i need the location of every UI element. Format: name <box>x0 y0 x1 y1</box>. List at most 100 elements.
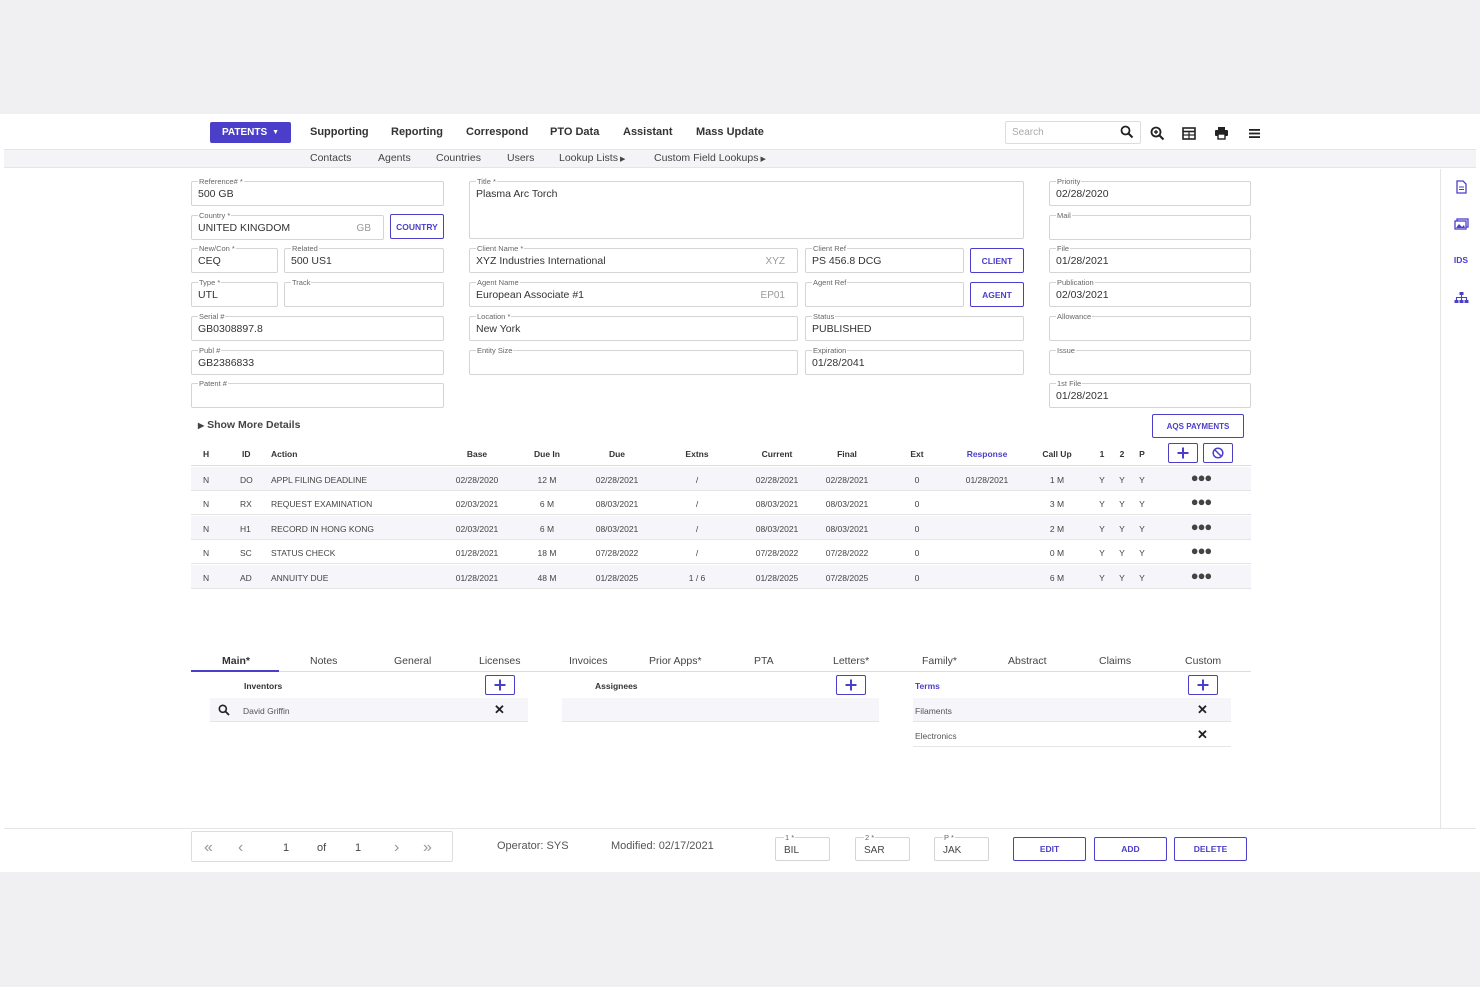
search-icon[interactable] <box>218 703 230 721</box>
subnav-countries[interactable]: Countries <box>436 152 481 164</box>
tab-notes[interactable]: Notes <box>310 655 337 667</box>
type-field[interactable]: Type * UTL <box>191 278 278 307</box>
next-page-icon[interactable]: › <box>394 839 399 857</box>
nav-supporting[interactable]: Supporting <box>310 126 369 138</box>
reference-field[interactable]: Reference# * 500 GB <box>191 177 444 206</box>
last-page-icon[interactable]: » <box>423 839 432 857</box>
issue-field[interactable]: Issue <box>1049 346 1251 375</box>
nav-pto-data[interactable]: PTO Data <box>550 126 599 138</box>
initials-field-1[interactable]: 1 * BIL <box>775 833 830 861</box>
remove-inventor-icon[interactable]: ✕ <box>494 702 505 718</box>
initials-field-2[interactable]: 2 * SAR <box>855 833 910 861</box>
table-row[interactable]: N H1 RECORD IN HONG KONG 02/03/2021 6 M … <box>191 516 1251 540</box>
nav-assistant[interactable]: Assistant <box>623 126 673 138</box>
subnav-users[interactable]: Users <box>507 152 534 164</box>
publication-field[interactable]: Publication 02/03/2021 <box>1049 278 1251 307</box>
row-menu-icon[interactable]: ●●● <box>1191 543 1213 558</box>
inventor-row[interactable]: David Griffin ✕ <box>210 698 528 722</box>
subnav-contacts[interactable]: Contacts <box>310 152 351 164</box>
search-icon[interactable] <box>1120 125 1134 144</box>
search-input[interactable] <box>1006 122 1116 143</box>
table-row[interactable]: N AD ANNUITY DUE 01/28/2021 48 M 01/28/2… <box>191 565 1251 589</box>
row-menu-icon[interactable]: ●●● <box>1191 568 1213 583</box>
table-view-icon[interactable] <box>1180 124 1198 142</box>
nav-mass-update[interactable]: Mass Update <box>696 126 764 138</box>
tab-claims[interactable]: Claims <box>1099 655 1131 667</box>
file-field[interactable]: File 01/28/2021 <box>1049 244 1251 273</box>
tab-main[interactable]: Main* <box>222 655 250 667</box>
term-row[interactable]: Electronics ✕ <box>913 723 1231 747</box>
tab-general[interactable]: General <box>394 655 431 667</box>
location-field[interactable]: Location * New York <box>469 312 798 341</box>
tab-licenses[interactable]: Licenses <box>479 655 520 667</box>
client-name-field[interactable]: Client Name * XYZ Industries Internation… <box>469 244 798 273</box>
subnav-custom-field-lookups[interactable]: Custom Field Lookups ▶ <box>654 152 766 164</box>
subnav-lookup-lists[interactable]: Lookup Lists ▶ <box>559 152 625 164</box>
hamburger-menu-icon[interactable] <box>1245 124 1263 142</box>
tab-family[interactable]: Family* <box>922 655 957 667</box>
mail-field[interactable]: Mail <box>1049 211 1251 240</box>
table-row[interactable]: N RX REQUEST EXAMINATION 02/03/2021 6 M … <box>191 491 1251 515</box>
delete-button[interactable]: DELETE <box>1174 837 1247 861</box>
tab-abstract[interactable]: Abstract <box>1008 655 1047 667</box>
print-icon[interactable] <box>1212 124 1230 142</box>
edit-button[interactable]: EDIT <box>1013 837 1086 861</box>
ids-button[interactable]: IDS <box>1452 251 1470 269</box>
add-action-button[interactable] <box>1168 443 1198 463</box>
add-inventor-button[interactable] <box>485 675 515 695</box>
prev-page-icon[interactable]: ‹ <box>238 839 243 857</box>
entity-size-field[interactable]: Entity Size <box>469 346 798 375</box>
client-ref-field[interactable]: Client Ref PS 456.8 DCG <box>805 244 964 273</box>
images-icon[interactable] <box>1452 215 1470 233</box>
first-page-icon[interactable]: « <box>204 839 213 857</box>
col-response[interactable]: Response <box>967 449 1008 459</box>
tab-letters[interactable]: Letters* <box>833 655 869 667</box>
remove-term-icon[interactable]: ✕ <box>1197 727 1208 743</box>
row-menu-icon[interactable]: ●●● <box>1191 470 1213 485</box>
show-more-details-toggle[interactable]: ▶ Show More Details <box>198 419 300 431</box>
nav-reporting[interactable]: Reporting <box>391 126 443 138</box>
add-term-button[interactable] <box>1188 675 1218 695</box>
document-icon[interactable] <box>1452 178 1470 196</box>
patents-menu-button[interactable]: PATENTS ▼ <box>210 122 291 143</box>
tab-pta[interactable]: PTA <box>754 655 774 667</box>
row-menu-icon[interactable]: ●●● <box>1191 494 1213 509</box>
priority-field[interactable]: Priority 02/28/2020 <box>1049 177 1251 206</box>
country-field[interactable]: Country * UNITED KINGDOM GB <box>191 211 384 240</box>
tab-invoices[interactable]: Invoices <box>569 655 608 667</box>
col-1: 1 <box>1099 449 1105 459</box>
expiration-field[interactable]: Expiration 01/28/2041 <box>805 346 1024 375</box>
subnav-agents[interactable]: Agents <box>378 152 411 164</box>
terms-heading[interactable]: Terms <box>915 681 940 691</box>
publ-field[interactable]: Publ # GB2386833 <box>191 346 444 375</box>
cancel-filter-button[interactable] <box>1203 443 1233 463</box>
track-field[interactable]: Track <box>284 278 444 307</box>
related-field[interactable]: Related 500 US1 <box>284 244 444 273</box>
country-button[interactable]: COUNTRY <box>390 214 444 239</box>
remove-term-icon[interactable]: ✕ <box>1197 702 1208 718</box>
family-tree-icon[interactable] <box>1452 288 1470 306</box>
row-menu-icon[interactable]: ●●● <box>1191 519 1213 534</box>
tab-prior-apps[interactable]: Prior Apps* <box>649 655 702 667</box>
aqs-payments-button[interactable]: AQS PAYMENTS <box>1152 414 1244 438</box>
newcon-field[interactable]: New/Con * CEQ <box>191 244 278 273</box>
client-button[interactable]: CLIENT <box>970 248 1024 273</box>
add-button[interactable]: ADD <box>1094 837 1167 861</box>
zoom-in-icon[interactable] <box>1148 124 1166 142</box>
serial-field[interactable]: Serial # GB0308897.8 <box>191 312 444 341</box>
table-row[interactable]: N DO APPL FILING DEADLINE 02/28/2020 12 … <box>191 467 1251 491</box>
title-field[interactable]: Title * Plasma Arc Torch <box>469 177 1024 239</box>
agent-ref-field[interactable]: Agent Ref <box>805 278 964 307</box>
table-row[interactable]: N SC STATUS CHECK 01/28/2021 18 M 07/28/… <box>191 540 1251 564</box>
first-file-field[interactable]: 1st File 01/28/2021 <box>1049 379 1251 408</box>
agent-name-field[interactable]: Agent Name European Associate #1 EP01 <box>469 278 798 307</box>
allowance-field[interactable]: Allowance <box>1049 312 1251 341</box>
patent-field[interactable]: Patent # <box>191 379 444 408</box>
initials-field-p[interactable]: P * JAK <box>934 833 989 861</box>
add-assignee-button[interactable] <box>836 675 866 695</box>
term-row[interactable]: Filaments ✕ <box>913 698 1231 722</box>
agent-button[interactable]: AGENT <box>970 282 1024 307</box>
status-field[interactable]: Status PUBLISHED <box>805 312 1024 341</box>
nav-correspond[interactable]: Correspond <box>466 126 528 138</box>
tab-custom[interactable]: Custom <box>1185 655 1221 667</box>
